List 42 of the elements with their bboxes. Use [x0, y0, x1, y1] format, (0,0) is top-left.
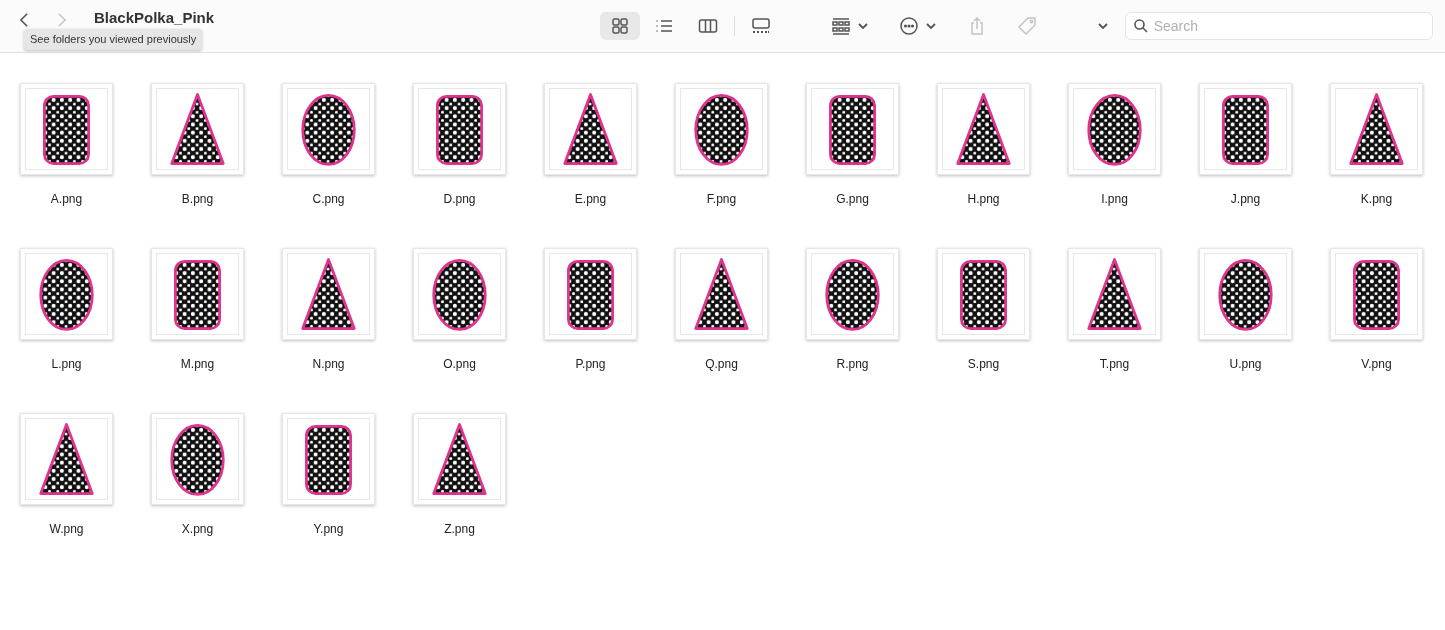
file-name[interactable]: B.png: [151, 190, 244, 208]
icons-view-button[interactable]: [599, 12, 640, 40]
file-name[interactable]: E.png: [544, 190, 637, 208]
file-name[interactable]: F.png: [675, 190, 768, 208]
file-name[interactable]: Y.png: [282, 520, 375, 538]
chevron-down-icon: [856, 20, 869, 32]
file-name[interactable]: X.png: [151, 520, 244, 538]
file-name[interactable]: C.png: [282, 190, 375, 208]
tag-icon: [1016, 16, 1037, 36]
file-name[interactable]: S.png: [937, 355, 1030, 373]
file-name[interactable]: T.png: [1068, 355, 1161, 373]
more-icon: [898, 16, 919, 36]
search-field[interactable]: Search: [1124, 12, 1433, 40]
file-name[interactable]: M.png: [151, 355, 244, 373]
file-name[interactable]: V.png: [1330, 355, 1423, 373]
columns-icon: [697, 16, 718, 36]
file-name[interactable]: H.png: [937, 190, 1030, 208]
file-name[interactable]: D.png: [413, 190, 506, 208]
file-name[interactable]: P.png: [544, 355, 637, 373]
file-name[interactable]: Q.png: [675, 355, 768, 373]
gallery-icon: [750, 16, 771, 36]
file-name[interactable]: Z.png: [413, 520, 506, 538]
window-title: BlackPolka_Pink: [94, 7, 215, 28]
chevron-down-icon: [1096, 20, 1109, 32]
file-name[interactable]: U.png: [1199, 355, 1292, 373]
file-name[interactable]: N.png: [282, 355, 375, 373]
file-name[interactable]: W.png: [20, 520, 113, 538]
back-icon: [20, 12, 29, 28]
file-name[interactable]: L.png: [20, 355, 113, 373]
grid-group-icon: [830, 16, 851, 36]
file-name[interactable]: O.png: [413, 355, 506, 373]
file-name[interactable]: R.png: [806, 355, 899, 373]
tooltip: See folders you viewed previously: [24, 29, 203, 50]
file-name[interactable]: I.png: [1068, 190, 1161, 208]
icon-grid-icon: [609, 16, 630, 36]
file-name[interactable]: A.png: [20, 190, 113, 208]
chevron-down-icon: [924, 20, 937, 32]
file-name[interactable]: G.png: [806, 190, 899, 208]
forward-icon: [57, 12, 66, 28]
file-name[interactable]: K.png: [1330, 190, 1423, 208]
search-icon: [1132, 18, 1149, 34]
file-name[interactable]: J.png: [1199, 190, 1292, 208]
